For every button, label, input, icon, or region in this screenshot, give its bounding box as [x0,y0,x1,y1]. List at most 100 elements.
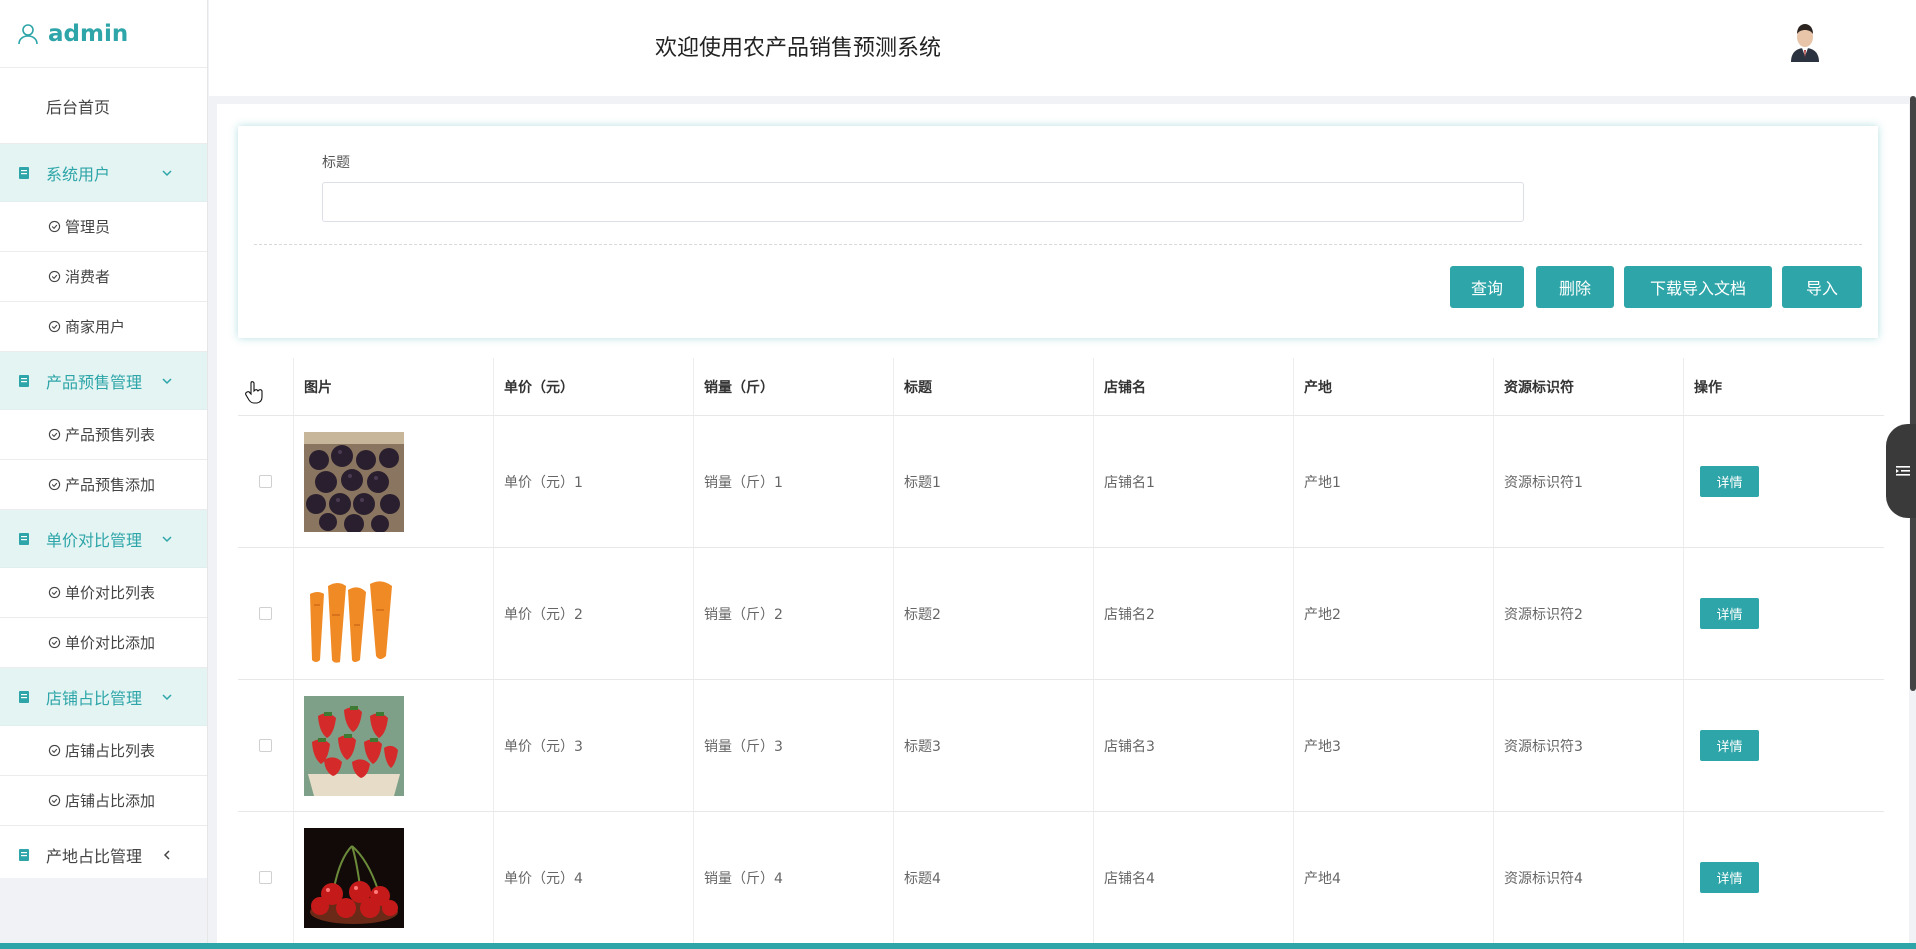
sidebar-item-home[interactable]: 后台首页 [0,68,207,144]
brand: admin [0,0,207,68]
column-header: 标题 [894,358,1094,415]
price-cell: 单价（元）4 [494,812,694,943]
row-checkbox[interactable] [259,871,272,884]
detail-button[interactable]: 详情 [1700,862,1759,893]
image-cell [294,812,494,943]
shop-cell: 店铺名4 [1094,812,1294,943]
sales-cell: 销量（斤）4 [694,812,894,943]
menu-list-icon [1896,466,1910,476]
chevron-down-icon [162,535,172,542]
document-icon [19,166,29,179]
column-header: 店铺名 [1094,358,1294,415]
table-header: 图片 单价（元） 销量（斤） 标题 店铺名 产地 资源标识符 操作 [238,358,1884,416]
user-icon [18,23,38,44]
sidebar-group-shop-share[interactable]: 店铺占比管理 [0,668,207,726]
download-template-button[interactable]: 下载导入文档 [1624,266,1772,308]
uri-cell: 资源标识符4 [1494,812,1684,943]
sidebar-item-label: 管理员 [65,218,111,236]
sidebar-group-presale[interactable]: 产品预售管理 [0,352,207,410]
sidebar-item-shop-add[interactable]: 店铺占比添加 [0,776,207,826]
check-circle-icon [48,270,61,283]
search-input[interactable] [322,182,1524,222]
sidebar-item-label: 消费者 [65,268,111,286]
sidebar-group-label: 系统用户 [46,164,111,184]
product-image-strawberry[interactable] [304,695,404,796]
delete-button[interactable]: 删除 [1536,266,1614,308]
shop-cell: 店铺名1 [1094,416,1294,547]
price-cell: 单价（元）1 [494,416,694,547]
product-image-carrot[interactable] [304,563,404,664]
product-image-blackberry[interactable] [304,431,404,532]
detail-button[interactable]: 详情 [1700,598,1759,629]
image-cell [294,680,494,811]
sidebar-item-admin[interactable]: 管理员 [0,202,207,252]
sidebar-item-label: 单价对比列表 [65,584,156,602]
search-panel: 标题 查询 删除 下载导入文档 导入 [238,126,1878,338]
column-header: 销量（斤） [694,358,894,415]
sidebar-item-presale-list[interactable]: 产品预售列表 [0,410,207,460]
product-image-cherry[interactable] [304,827,404,928]
row-checkbox[interactable] [259,607,272,620]
data-table: 图片 单价（元） 销量（斤） 标题 店铺名 产地 资源标识符 操作 单价（元）1 [238,358,1884,944]
sidebar-item-presale-add[interactable]: 产品预售添加 [0,460,207,510]
sidebar-item-label: 店铺占比列表 [65,742,156,760]
title-cell: 标题2 [894,548,1094,679]
sidebar-item-price-list[interactable]: 单价对比列表 [0,568,207,618]
shop-cell: 店铺名2 [1094,548,1294,679]
uri-cell: 资源标识符2 [1494,548,1684,679]
chevron-down-icon [162,693,172,700]
price-cell: 单价（元）2 [494,548,694,679]
page-title: 欢迎使用农产品销售预测系统 [655,36,942,61]
row-select-cell [238,548,294,679]
import-button[interactable]: 导入 [1782,266,1862,308]
sidebar-item-price-add[interactable]: 单价对比添加 [0,618,207,668]
hand-cursor-icon [245,381,263,404]
document-icon [19,532,29,545]
check-circle-icon [48,744,61,757]
column-header: 产地 [1294,358,1494,415]
sidebar-item-shop-list[interactable]: 店铺占比列表 [0,726,207,776]
image-cell [294,548,494,679]
title-cell: 标题4 [894,812,1094,943]
sidebar-item-label: 单价对比添加 [65,634,156,652]
sidebar-group-label: 店铺占比管理 [46,688,143,708]
action-cell: 详情 [1684,680,1884,811]
row-checkbox[interactable] [259,739,272,752]
document-icon [19,690,29,703]
column-header: 操作 [1694,379,1722,396]
check-circle-icon [48,794,61,807]
sidebar-item-consumer[interactable]: 消费者 [0,252,207,302]
uri-cell: 资源标识符3 [1494,680,1684,811]
sidebar-footer [0,878,207,949]
side-panel-toggle[interactable] [1886,424,1916,518]
action-cell: 详情 [1684,548,1884,679]
table-row: 单价（元）3 销量（斤）3 标题3 店铺名3 产地3 资源标识符3 详情 [238,680,1884,812]
header: 欢迎使用农产品销售预测系统 [209,0,1916,96]
action-cell: 详情 [1684,812,1884,943]
sidebar-item-label: 店铺占比添加 [65,792,156,810]
query-button[interactable]: 查询 [1450,266,1524,308]
sidebar-item-label: 产品预售列表 [65,426,156,444]
table-row: 单价（元）1 销量（斤）1 标题1 店铺名1 产地1 资源标识符1 详情 [238,416,1884,548]
detail-button[interactable]: 详情 [1700,466,1759,497]
origin-cell: 产地2 [1294,548,1494,679]
chevron-down-icon [162,169,172,176]
row-select-cell [238,416,294,547]
avatar[interactable] [1783,18,1827,62]
action-cell: 详情 [1684,416,1884,547]
sidebar-item-merchant[interactable]: 商家用户 [0,302,207,352]
column-header: 图片 [294,358,494,415]
sidebar-group-price-compare[interactable]: 单价对比管理 [0,510,207,568]
row-checkbox[interactable] [259,475,272,488]
check-circle-icon [48,320,61,333]
sidebar-group-system-users[interactable]: 系统用户 [0,144,207,202]
column-header: 资源标识符 [1494,358,1684,415]
detail-button[interactable]: 详情 [1700,730,1759,761]
sidebar-group-origin-share[interactable]: 产地占比管理 [0,826,207,884]
uri-cell: 资源标识符1 [1494,416,1684,547]
sidebar-group-label: 产地占比管理 [46,846,143,866]
title-cell: 标题3 [894,680,1094,811]
search-label: 标题 [322,155,350,171]
image-cell [294,416,494,547]
vertical-scrollbar[interactable] [1910,96,1916,691]
